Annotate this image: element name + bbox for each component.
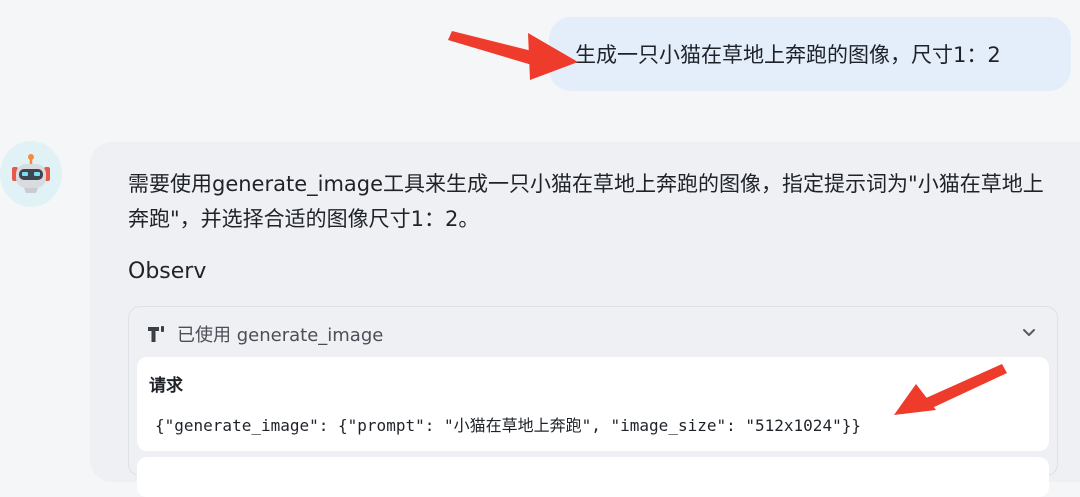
request-body: {"generate_image": {"prompt": "小猫在草地上奔跑"… [155,416,861,435]
user-message-bubble: 生成一只小猫在草地上奔跑的图像，尺寸1：2 [549,17,1071,91]
tool-icon [148,326,164,342]
tool-call-header[interactable]: 已使用 generate_image [145,319,383,349]
assistant-message-text: 需要使用generate_image工具来生成一只小猫在草地上奔跑的图像，指定提… [128,172,1044,231]
request-box: 请求 {"generate_image": {"prompt": "小猫在草地上… [137,357,1049,451]
tool-call-panel: 已使用 generate_image 请求 {"generate_image":… [128,306,1058,497]
observ-label: Observ [128,259,207,284]
tool-call-title: 已使用 generate_image [177,325,384,346]
request-label: 请求 [149,376,183,396]
response-box [137,457,1049,497]
bot-avatar [0,141,62,207]
chevron-down-icon[interactable] [1021,324,1037,340]
user-message-text: 生成一只小猫在草地上奔跑的图像，尺寸1：2 [575,43,1001,67]
robot-icon [12,154,50,193]
